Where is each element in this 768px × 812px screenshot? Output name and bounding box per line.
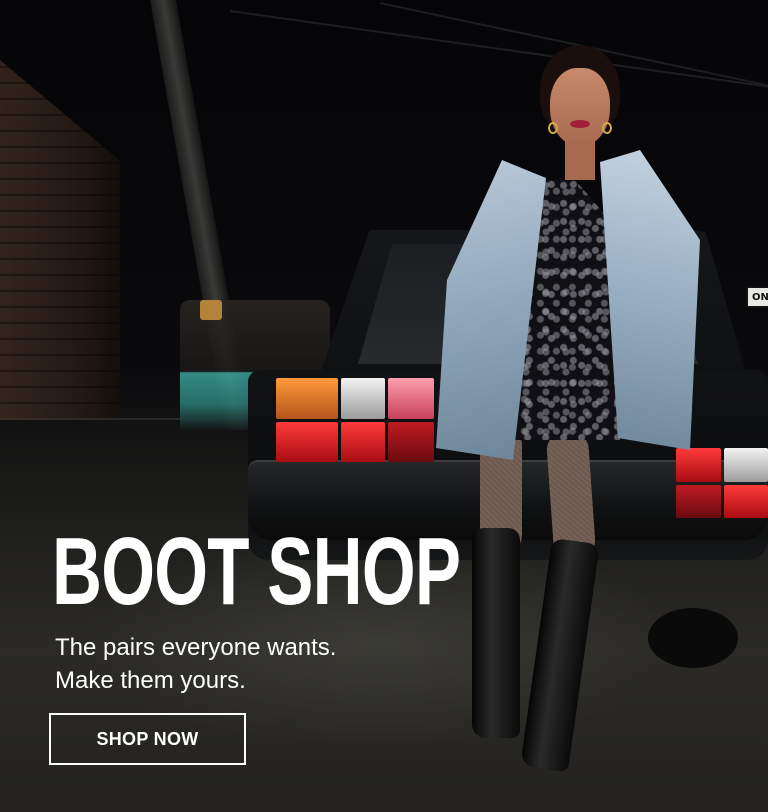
- taillight-left: [276, 378, 436, 462]
- taillight-cell: [723, 448, 768, 482]
- hero-banner[interactable]: ON BOOT SHOP The pairs everyone wants. M…: [0, 0, 768, 812]
- model-neck: [565, 140, 595, 180]
- model-lips: [570, 120, 590, 128]
- hero-title: BOOT SHOP: [52, 518, 461, 625]
- hero-subtitle: The pairs everyone wants. Make them your…: [55, 631, 475, 697]
- model-face: [550, 68, 610, 146]
- earring-right: [602, 122, 612, 134]
- hero-subtitle-line: Make them yours.: [55, 667, 246, 694]
- earring-left: [548, 122, 558, 134]
- taillight-cell: [341, 421, 385, 462]
- taillight-cell: [276, 378, 338, 419]
- shop-now-button[interactable]: SHOP NOW: [49, 713, 246, 765]
- hero-subtitle-line: The pairs everyone wants.: [55, 634, 337, 661]
- boot-left: [472, 528, 520, 738]
- boot-right: [520, 537, 600, 773]
- brick-wall: [0, 60, 120, 420]
- taillight-cell: [388, 378, 434, 419]
- taillight-cell: [341, 378, 385, 419]
- taillight-cell: [723, 484, 768, 518]
- taillight-cell: [276, 421, 338, 462]
- taillight-cell: [388, 421, 434, 462]
- background-car-light: [200, 300, 222, 320]
